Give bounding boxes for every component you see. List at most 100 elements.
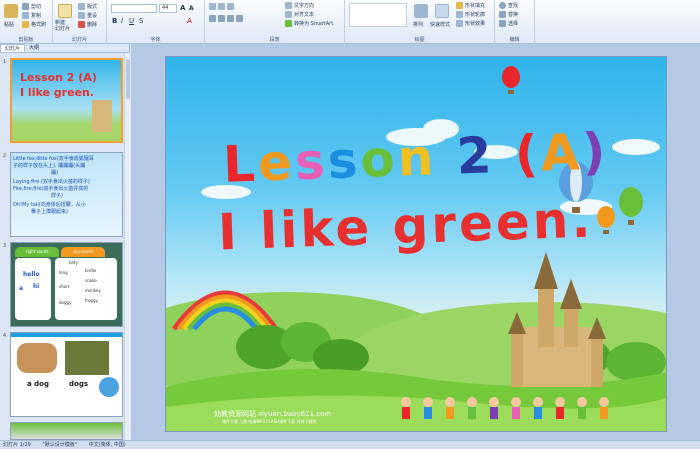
balloon-green (619, 187, 643, 225)
replace-button[interactable]: 替换 (499, 11, 518, 18)
text-direction-button[interactable]: 文字方向 (285, 2, 314, 9)
reset-button[interactable]: 重设 (78, 12, 97, 19)
thumb-title-1: Lesson 2 (A) (20, 71, 97, 84)
align-icons[interactable] (209, 15, 243, 22)
new-slide-icon[interactable] (58, 4, 72, 18)
slide-thumbnail-2[interactable]: Little fox,little fox(双手食成狐狸耳 子的样子放在头上),… (10, 152, 123, 237)
word: dogs (69, 380, 88, 388)
font-color-icon[interactable]: A (187, 17, 192, 25)
castle-image (92, 100, 112, 132)
word: froggy (85, 298, 98, 303)
paste-button[interactable]: 粘贴 (4, 21, 14, 28)
align-text-button[interactable]: 对齐文本 (285, 11, 314, 18)
format-painter-button[interactable]: 格式刷 (22, 21, 46, 28)
editing-group: 查找 替换 选择 编辑 (495, 0, 535, 44)
panel-scrollbar[interactable] (124, 53, 130, 440)
layout-button[interactable]: 版式 (78, 3, 97, 10)
panel-tabs: 幻灯片 大纲 (0, 44, 129, 53)
title-letter: A (539, 123, 584, 183)
scissors-icon (22, 3, 29, 10)
italic-icon[interactable]: I (121, 17, 123, 25)
find-button[interactable]: 查找 (499, 2, 518, 9)
title-letter (493, 126, 515, 185)
word: doggy (59, 300, 72, 305)
shape-outline-button[interactable]: 形状轮廓 (456, 11, 485, 18)
align-text-icon (285, 11, 292, 18)
outline-icon (456, 11, 463, 18)
new-slide-button[interactable]: 新建 幻灯片 (55, 20, 70, 32)
layout-icon (78, 3, 85, 10)
tab-slides[interactable]: 幻灯片 (0, 44, 26, 52)
slide-number: 4 (3, 333, 7, 339)
slide-thumbnail-3[interactable]: sight words say words hello a hi kitty l… (10, 242, 123, 327)
grow-font-icon[interactable]: A (180, 4, 185, 12)
status-bar: 幻灯片 1/29 "默认设计模板" 中文(简体, 中国) (0, 440, 700, 449)
say-words-tab: say words (61, 247, 105, 257)
slide-number: 1 (3, 59, 7, 65)
balloon-top (502, 66, 520, 94)
slide-editor: Lesson 2 (A) I like green. 幼教资源网站 ziyuan… (131, 44, 700, 440)
smartart-button[interactable]: 转换为 SmartArt (285, 20, 333, 27)
shapes-gallery[interactable] (349, 3, 407, 27)
title-letter: s (326, 130, 362, 191)
font-size-field[interactable]: 44 (159, 4, 177, 13)
font-name-field[interactable] (111, 4, 157, 13)
arrange-button[interactable]: 排列 (413, 21, 423, 28)
sight-words-tab: sight words (15, 247, 59, 257)
current-slide[interactable]: Lesson 2 (A) I like green. 幼教资源网站 ziyuan… (165, 56, 667, 432)
word: long (59, 270, 68, 275)
copy-button[interactable]: 复制 (22, 12, 41, 19)
fill-icon (456, 2, 463, 9)
slide-thumbnail-4[interactable]: a dog dogs (10, 332, 123, 417)
title-letter: n (396, 128, 438, 188)
delete-button[interactable]: 删除 (78, 21, 97, 28)
slide-thumbnail-5[interactable] (10, 422, 123, 440)
dogs-image (65, 341, 109, 375)
theme-name: "默认设计模板" (42, 442, 78, 448)
select-icon (499, 20, 506, 27)
paragraph-group: 文字方向 对齐文本 转换为 SmartArt 段落 (205, 0, 345, 44)
shadow-icon[interactable]: S (139, 17, 143, 25)
slide-thumb-row-5[interactable] (0, 422, 124, 440)
thumb-title-2: I like green. (20, 86, 95, 99)
editing-label: 编辑 (509, 37, 520, 43)
word: a (19, 285, 24, 292)
thumb-header-bar (11, 333, 122, 337)
paste-icon[interactable] (4, 4, 18, 18)
tab-outline[interactable]: 大纲 (25, 44, 43, 52)
quick-styles-button[interactable]: 快速样式 (430, 21, 450, 28)
delete-icon (78, 21, 85, 28)
shrink-font-icon[interactable]: A (189, 5, 194, 12)
paragraph-label: 段落 (269, 37, 280, 43)
brush-icon (22, 21, 29, 28)
left-word-card: hello a hi (15, 258, 51, 320)
shape-fill-button[interactable]: 形状填充 (456, 2, 485, 9)
language-status: 中文(简体, 中国) (88, 442, 126, 448)
word: monkey (85, 288, 101, 293)
underline-icon[interactable]: U (129, 17, 134, 25)
quick-styles-icon[interactable] (435, 4, 449, 18)
watermark-text: 幼教资源网站 ziyuan.baby611.com (214, 410, 332, 418)
thumb-line: 样子) (51, 193, 63, 199)
thumb-line: Laying fire (双手食出火苗的样子) (13, 179, 90, 185)
cut-button[interactable]: 剪切 (22, 3, 41, 10)
cartoon-image (99, 377, 119, 397)
title-letter (435, 128, 457, 187)
title-letter: ( (513, 124, 542, 184)
thumb-line: Little fox,little fox(双手食成狐狸耳 (13, 156, 94, 162)
balloon-small (597, 206, 615, 234)
dog-image (17, 343, 57, 373)
thumb-line: 稚子上摸跟起来) (31, 209, 68, 215)
shape-effects-button[interactable]: 形状效果 (456, 20, 485, 27)
font-label: 字体 (150, 37, 161, 43)
bullets-icon[interactable] (209, 3, 234, 10)
select-button[interactable]: 选择 (499, 20, 518, 27)
scrollbar-thumb[interactable] (126, 59, 130, 99)
thumb-line: 子的样子放在头上), 蹦蹦蹦(头蹦 (13, 163, 86, 169)
slide-number: 3 (3, 243, 7, 249)
drawing-group: 排列 快速样式 形状填充 形状轮廓 形状效果 绘图 (345, 0, 495, 44)
slide-thumbnail-1[interactable]: Lesson 2 (A) I like green. (10, 58, 123, 143)
title-letter: s (293, 132, 329, 192)
arrange-icon[interactable] (414, 4, 428, 18)
bold-icon[interactable]: B (112, 17, 117, 25)
